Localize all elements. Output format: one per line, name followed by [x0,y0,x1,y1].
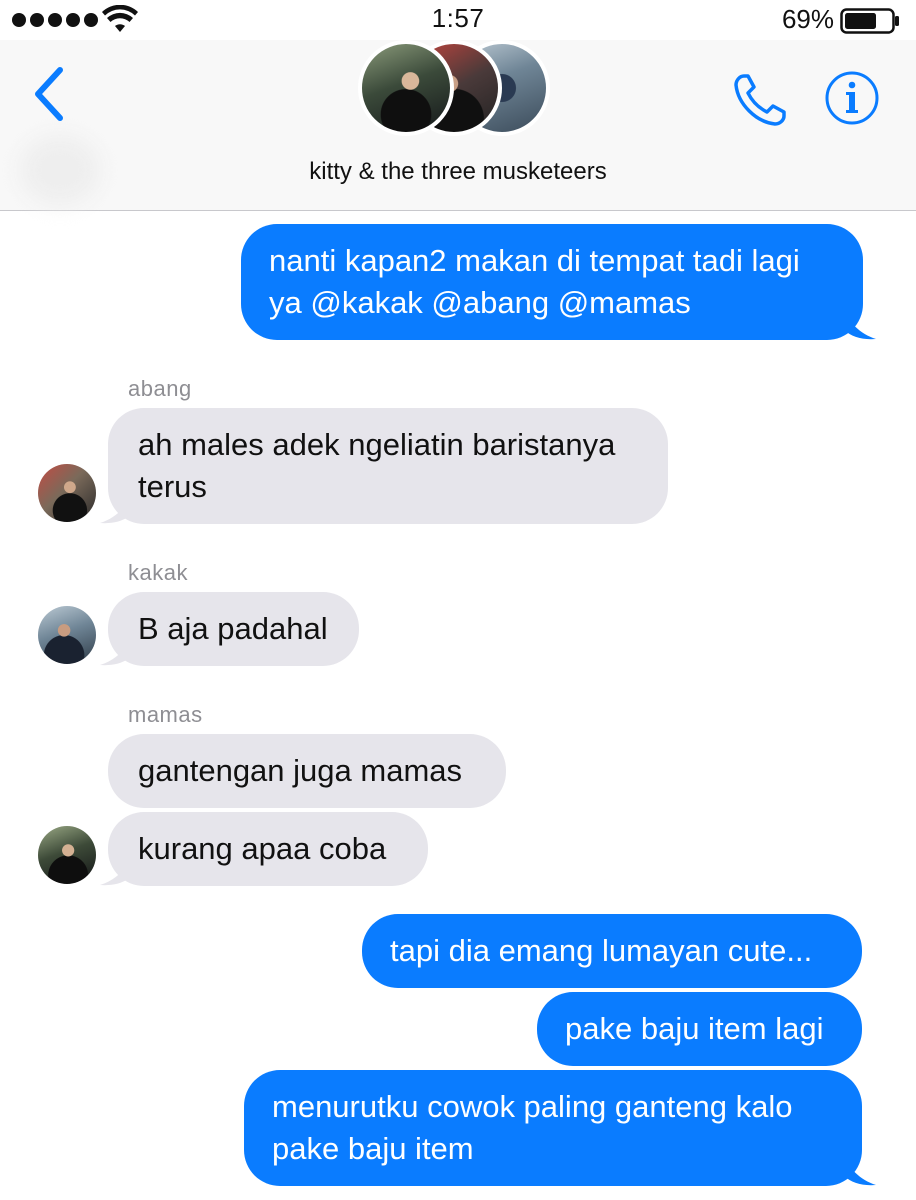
sender-name: mamas [128,702,203,727]
message-text-line: kurang apaa coba [138,831,387,866]
sender-avatar[interactable] [38,606,96,664]
battery-icon [840,8,899,34]
message-text-line: menurutku cowok paling ganteng kalo [272,1089,793,1124]
message-text-line: tapi dia emang lumayan cute... [390,933,813,968]
phone-icon[interactable] [730,70,790,130]
status-bar: 1:57 69% [0,0,916,40]
message-text-line: nanti kapan2 makan di tempat tadi lagi [269,243,800,278]
message-text-line: pake baju item lagi [565,1011,824,1046]
back-chevron-icon[interactable] [30,64,74,124]
conversation-title[interactable]: kitty & the three musketeers [0,158,916,186]
info-icon[interactable] [824,70,880,126]
message-bubble-incoming[interactable]: ah males adek ngeliatin baristanya terus [108,408,668,524]
message-text-line: ah males adek ngeliatin baristanya [138,427,616,462]
bubble-tail [100,490,134,524]
message-bubble-outgoing[interactable]: pake baju item lagi [537,992,862,1066]
message-bubble-incoming[interactable]: gantengan juga mamas [108,734,506,808]
bubble-tail [100,632,134,666]
bubble-tail [842,306,876,340]
message-text-line: terus [138,469,207,504]
bubble-tail [100,852,134,886]
message-text-line: ya @kakak @abang @mamas [269,285,691,320]
message-bubble-outgoing[interactable]: tapi dia emang lumayan cute... [362,914,862,988]
sender-name: abang [128,376,192,401]
message-text-line: B aja padahal [138,611,328,646]
message-text-line: pake baju item [272,1131,474,1166]
status-time: 1:57 [431,3,485,33]
group-avatar[interactable] [358,40,558,140]
bubble-tail [842,1152,876,1186]
member-avatar [358,40,454,136]
message-bubble-outgoing[interactable]: menurutku cowok paling ganteng kalo pake… [244,1070,862,1186]
sender-avatar[interactable] [38,464,96,522]
battery-percent: 69% [781,4,834,34]
conversation-header: kitty & the three musketeers [0,40,916,211]
sender-avatar[interactable] [38,826,96,884]
message-bubble-incoming[interactable]: kurang apaa coba [108,812,428,886]
message-bubble-incoming[interactable]: B aja padahal [108,592,359,666]
sender-name: kakak [128,560,188,585]
chat-screen: 1:57 69% kitty & the three musketeers na… [0,0,916,1200]
message-text-line: gantengan juga mamas [138,753,463,788]
message-bubble-outgoing[interactable]: nanti kapan2 makan di tempat tadi lagi y… [241,224,863,340]
